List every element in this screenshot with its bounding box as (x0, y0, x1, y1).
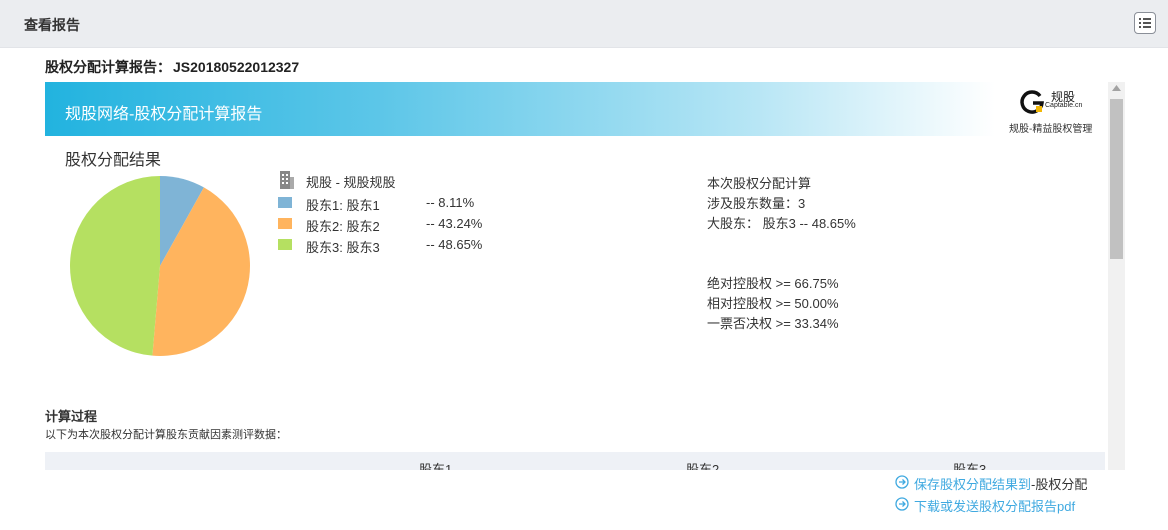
circle-arrow-right-icon (895, 475, 909, 489)
legend-value-1: -- 8.11% (426, 195, 475, 210)
g-logo-icon (1020, 90, 1044, 114)
relative-control: 相对控股权 >= 50.00% (707, 296, 839, 311)
legend-swatch-2 (278, 218, 292, 229)
report-banner: 规股网络-股权分配计算报告 (45, 82, 995, 136)
process-table-header: 股东1 股东2 股东3 (45, 452, 1105, 470)
legend-swatch-3 (278, 239, 292, 250)
absolute-control: 绝对控股权 >= 66.75% (707, 276, 839, 291)
legend-label-1: 股东1: 股东1 (306, 198, 380, 213)
shareholder-count: 涉及股东数量：3 (707, 196, 806, 211)
vertical-scrollbar[interactable] (1108, 82, 1125, 470)
download-pdf-label: 下载或发送股权分配报告pdf (914, 499, 1076, 514)
process-title: 计算过程 (45, 409, 98, 424)
result-section-title: 股权分配结果 (65, 152, 162, 169)
brand-logo: 规股 Captable.cn 规股-精益股权管理 (1005, 84, 1105, 136)
summary-heading: 本次股权分配计算 (707, 176, 812, 191)
logo-subtitle: Captable.cn (1045, 102, 1083, 109)
report-id-value: JS20180522012327 (173, 59, 300, 75)
logo-slogan: 规股-精益股权管理 (1009, 124, 1093, 135)
save-result-suffix: -股权分配 (1031, 477, 1088, 492)
process-description: 以下为本次股权分配计算股东贡献因素测评数据： (45, 429, 287, 441)
legend-value-2: -- 43.24% (426, 216, 483, 231)
list-menu-icon (1139, 18, 1151, 28)
scroll-up-arrow-icon[interactable] (1112, 85, 1121, 91)
legend-company: 规股 - 规股规股 (277, 170, 537, 190)
legend-item-shareholder-2: 股东2: 股东2 -- 43.24% (277, 214, 537, 234)
veto-right: 一票否决权 >= 33.34% (707, 316, 839, 331)
report-id: 股权分配计算报告： JS20180522012327 (45, 57, 301, 77)
pie-slice-shareholder-3 (70, 176, 160, 356)
table-column-shareholder-1: 股东1 (419, 462, 453, 470)
table-column-shareholder-2: 股东2 (686, 462, 720, 470)
list-menu-button[interactable] (1134, 12, 1156, 34)
major-shareholder: 大股东： 股东3 -- 48.65% (707, 216, 856, 231)
legend-label-2: 股东2: 股东2 (306, 219, 380, 234)
top-bar: 查看报告 (0, 0, 1168, 48)
building-icon (280, 171, 294, 189)
shareholder-pie-chart (70, 176, 250, 356)
save-result-label: 保存股权分配结果到-股权分配 (914, 474, 1087, 493)
report-panel: 规股网络-股权分配计算报告 规股 Captable.cn 规股-精益股权管理 股… (45, 82, 1105, 470)
scrollbar-thumb[interactable] (1110, 99, 1123, 259)
legend-item-shareholder-3: 股东3: 股东3 -- 48.65% (277, 235, 537, 255)
company-name: 规股 - 规股规股 (306, 175, 396, 190)
circle-arrow-right-icon (895, 497, 909, 511)
page-title: 查看报告 (24, 17, 80, 33)
legend-swatch-1 (278, 197, 292, 208)
legend-item-shareholder-1: 股东1: 股东1 -- 8.11% (277, 193, 537, 213)
table-column-shareholder-3: 股东3 (953, 462, 987, 470)
report-id-label: 股权分配计算报告： (45, 59, 171, 75)
save-result-prefix: 保存股权分配结果到 (914, 477, 1032, 492)
legend-label-3: 股东3: 股东3 (306, 240, 380, 255)
legend-value-3: -- 48.65% (426, 237, 483, 252)
banner-title: 规股网络-股权分配计算报告 (65, 106, 263, 123)
